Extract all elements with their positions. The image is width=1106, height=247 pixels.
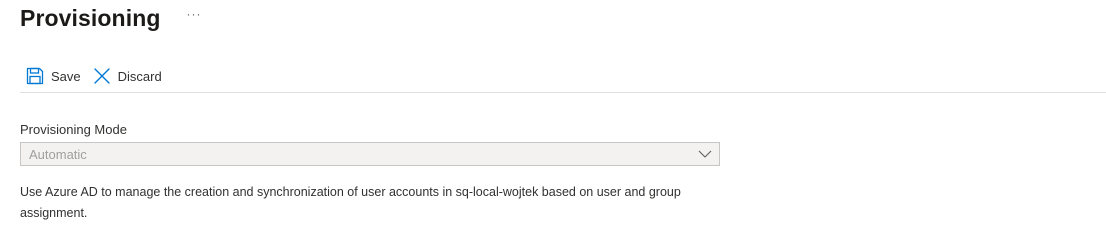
provisioning-mode-description: Use Azure AD to manage the creation and … — [20, 185, 681, 220]
chevron-down-icon — [697, 146, 713, 162]
discard-button[interactable]: Discard — [87, 62, 168, 90]
save-icon — [26, 67, 44, 85]
save-button[interactable]: Save — [20, 62, 87, 90]
provisioning-mode-label: Provisioning Mode — [20, 122, 127, 137]
page-title: Provisioning — [20, 4, 161, 31]
save-button-label: Save — [51, 68, 81, 84]
command-bar: Save Discard — [20, 62, 168, 90]
toolbar-divider — [20, 92, 1106, 93]
provisioning-mode-value: Automatic — [29, 146, 87, 162]
provisioning-mode-dropdown[interactable]: Automatic — [20, 142, 720, 166]
discard-button-label: Discard — [117, 68, 162, 84]
provisioning-page: Provisioning ··· Save Discard Provisioni… — [0, 0, 1106, 247]
title-row: Provisioning ··· — [20, 2, 202, 34]
more-options-button[interactable]: ··· — [187, 8, 202, 20]
close-icon — [93, 67, 111, 85]
